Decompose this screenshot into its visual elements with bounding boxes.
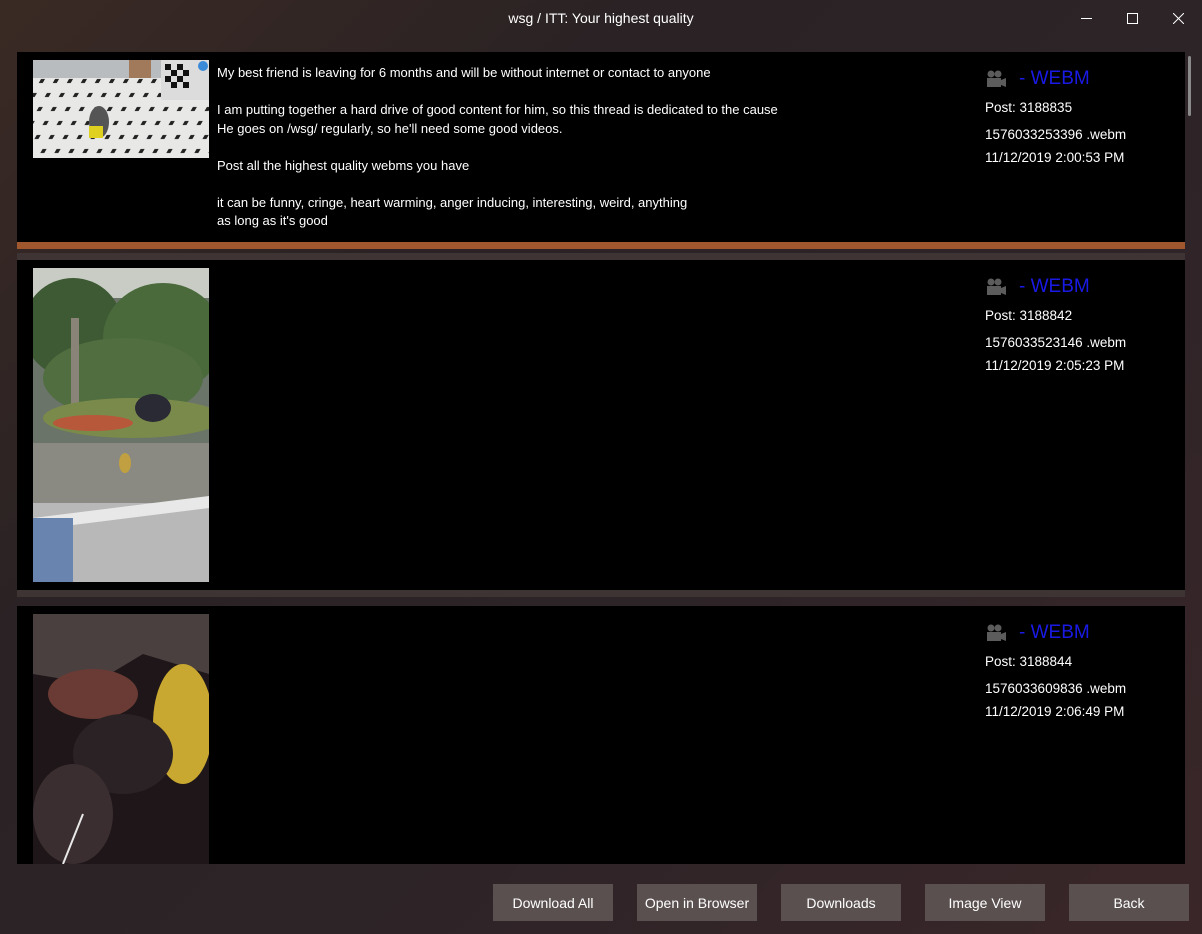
post-type: - WEBM xyxy=(985,620,1175,646)
post-filename: 1576033609836 .webm xyxy=(985,681,1127,696)
minimize-button[interactable] xyxy=(1063,0,1109,36)
post-filename: 1576033523146 .webm xyxy=(985,335,1127,350)
post-type: - WEBM xyxy=(985,274,1175,300)
close-button[interactable] xyxy=(1155,0,1201,36)
post-item[interactable]: - WEBM Post: 3188842 1576033523146 .webm… xyxy=(17,253,1185,597)
post-list[interactable]: My best friend is leaving for 6 months a… xyxy=(17,52,1185,864)
post-id: Post: 3188842 xyxy=(985,308,1073,323)
post-item[interactable]: - WEBM Post: 3188844 1576033609836 .webm… xyxy=(17,606,1185,864)
post-item[interactable]: My best friend is leaving for 6 months a… xyxy=(17,52,1185,249)
post-thumbnail[interactable] xyxy=(33,268,209,582)
open-in-browser-button[interactable]: Open in Browser xyxy=(637,884,757,921)
title-bar: wsg / ITT: Your highest quality xyxy=(0,0,1202,38)
image-view-button[interactable]: Image View xyxy=(925,884,1045,921)
post-type-label[interactable]: - WEBM xyxy=(1019,276,1090,298)
post-body: My best friend is leaving for 6 months a… xyxy=(217,65,778,228)
post-type: - WEBM xyxy=(985,66,1175,92)
downloads-button[interactable]: Downloads xyxy=(781,884,901,921)
video-camera-icon xyxy=(987,70,1006,87)
post-datetime: 11/12/2019 2:06:49 PM xyxy=(985,704,1125,719)
scrollbar-thumb[interactable] xyxy=(1188,56,1191,116)
post-type-label[interactable]: - WEBM xyxy=(1019,622,1090,644)
video-camera-icon xyxy=(987,278,1006,295)
post-id: Post: 3188844 xyxy=(985,654,1073,669)
window-title: wsg / ITT: Your highest quality xyxy=(508,10,694,26)
minimize-icon xyxy=(1080,17,1092,19)
post-type-label[interactable]: - WEBM xyxy=(1019,68,1090,90)
maximize-icon xyxy=(1126,12,1138,24)
post-datetime: 11/12/2019 2:05:23 PM xyxy=(985,358,1125,373)
thumbnail-image xyxy=(33,60,209,158)
close-icon xyxy=(1172,12,1184,24)
post-meta: - WEBM Post: 3188844 1576033609836 .webm… xyxy=(985,620,1175,723)
post-thumbnail[interactable] xyxy=(33,60,209,158)
post-thumbnail[interactable] xyxy=(33,614,209,864)
post-meta: - WEBM Post: 3188835 1576033253396 .webm… xyxy=(985,66,1175,169)
post-datetime: 11/12/2019 2:00:53 PM xyxy=(985,150,1125,165)
post-filename: 1576033253396 .webm xyxy=(985,127,1127,142)
post-meta: - WEBM Post: 3188842 1576033523146 .webm… xyxy=(985,274,1175,377)
post-id: Post: 3188835 xyxy=(985,100,1073,115)
video-camera-icon xyxy=(987,624,1006,641)
back-button[interactable]: Back xyxy=(1069,884,1189,921)
thumbnail-image xyxy=(33,268,209,582)
download-all-button[interactable]: Download All xyxy=(493,884,613,921)
thumbnail-image xyxy=(33,614,209,864)
maximize-button[interactable] xyxy=(1109,0,1155,36)
